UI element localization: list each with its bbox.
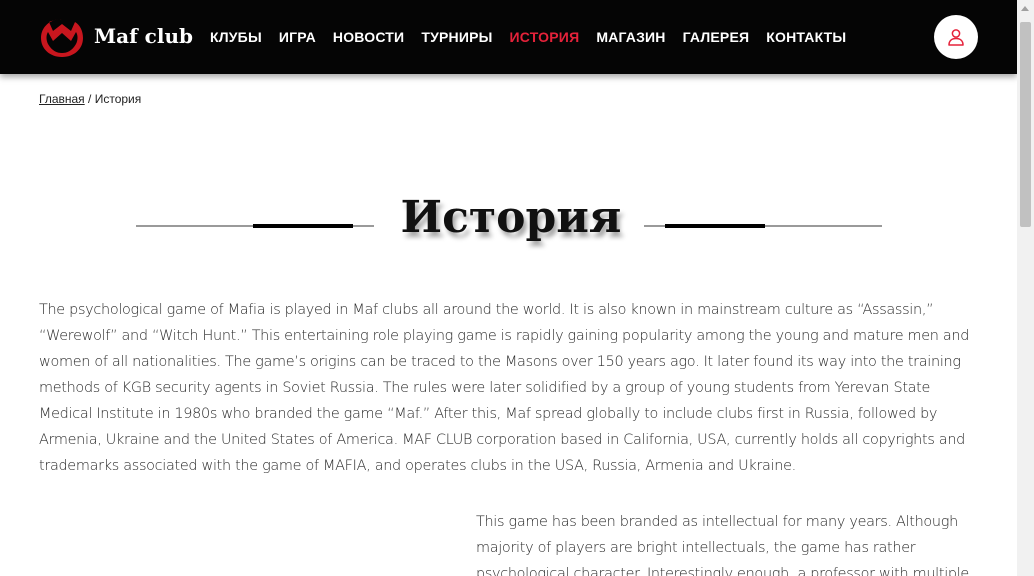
breadcrumb-home-link[interactable]: Главная: [39, 92, 85, 106]
title-divider-left-thick: [253, 224, 353, 228]
history-paragraph: The psychological game of Mafia is playe…: [39, 302, 970, 474]
top-navbar: Maf club КЛУБЫ ИГРА НОВОСТИ ТУРНИРЫ ИСТО…: [0, 0, 1017, 74]
user-icon: [948, 29, 964, 46]
brand-name[interactable]: Maf club: [94, 24, 193, 48]
nav-item-clubs[interactable]: КЛУБЫ: [210, 29, 262, 45]
nav-item-tournaments[interactable]: ТУРНИРЫ: [421, 29, 492, 45]
user-account-button[interactable]: [934, 15, 978, 59]
nav-item-gallery[interactable]: ГАЛЕРЕЯ: [683, 29, 750, 45]
nav-item-shop[interactable]: МАГАЗИН: [596, 29, 665, 45]
scroll-thumb[interactable]: [1020, 22, 1031, 227]
page-scrollbar[interactable]: [1017, 0, 1034, 576]
breadcrumb-separator: /: [88, 92, 92, 106]
scroll-up-icon[interactable]: [1021, 6, 1029, 11]
breadcrumb: Главная / История: [39, 92, 141, 106]
breadcrumb-current: История: [94, 92, 142, 106]
main-nav: КЛУБЫ ИГРА НОВОСТИ ТУРНИРЫ ИСТОРИЯ МАГАЗ…: [210, 29, 846, 45]
maf-logo-icon[interactable]: [38, 15, 86, 59]
page-title: История: [400, 192, 622, 243]
nav-item-contacts[interactable]: КОНТАКТЫ: [766, 29, 846, 45]
history-paragraph-secondary: This game has been branded as intellectu…: [476, 514, 969, 576]
nav-item-game[interactable]: ИГРА: [279, 29, 316, 45]
nav-item-history[interactable]: ИСТОРИЯ: [510, 29, 580, 45]
title-divider-right-thick: [665, 224, 765, 228]
nav-item-news[interactable]: НОВОСТИ: [333, 29, 404, 45]
